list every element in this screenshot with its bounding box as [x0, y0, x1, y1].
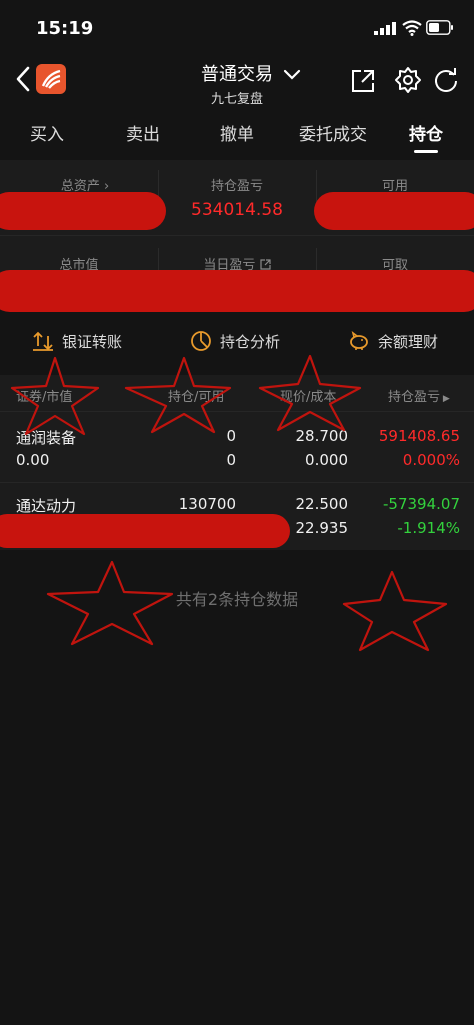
- chevron-down-icon[interactable]: [282, 68, 302, 82]
- tab-buy[interactable]: 买入: [22, 120, 72, 145]
- tab-cancel[interactable]: 撤单: [210, 120, 264, 145]
- pnl-value: 534014.58: [191, 200, 283, 220]
- gear-icon[interactable]: [394, 66, 422, 94]
- holdings-count-note: 共有2条持仓数据: [175, 590, 299, 609]
- table-header-security: 证券/市值: [16, 390, 73, 405]
- battery-icon: [426, 20, 453, 35]
- redaction-mark: [314, 192, 474, 230]
- piggy-bank-icon: [350, 331, 368, 350]
- sort-arrow-icon: ▶: [440, 394, 450, 404]
- bank-transfer-button[interactable]: 银证转账: [32, 330, 122, 352]
- table-header-pnl[interactable]: 持仓盈亏 ▶: [388, 386, 450, 405]
- position-analysis-button[interactable]: 持仓分析: [190, 330, 280, 352]
- pnl-label: 持仓盈亏: [210, 179, 263, 194]
- row-pnl: -57394.07: [383, 495, 460, 513]
- row-price: 22.500: [295, 495, 349, 513]
- external-link-icon: [259, 259, 271, 270]
- row-market-value: 0.00: [16, 451, 50, 469]
- table-header-price: 现价/成本: [280, 390, 337, 405]
- star-mark: [342, 570, 448, 652]
- share-icon[interactable]: [350, 68, 376, 94]
- pie-chart-icon: [191, 331, 211, 351]
- transfer-icon: [33, 331, 53, 351]
- row-position: 0: [226, 427, 236, 445]
- table-header-position: 持仓/可用: [168, 390, 225, 405]
- table-header-pnl-label: 持仓盈亏: [388, 390, 441, 405]
- signal-icon: [374, 22, 396, 35]
- row-price: 28.700: [295, 427, 349, 445]
- tab-holdings[interactable]: 持仓: [400, 120, 452, 145]
- tab-orders[interactable]: 委托成交: [288, 120, 378, 145]
- redaction-mark: [0, 192, 166, 230]
- row-pnl: 591408.65: [378, 427, 460, 445]
- page-subtitle: 九七复盘: [210, 92, 263, 107]
- row-pnl-pct: -1.914%: [397, 519, 460, 537]
- row-position: 130700: [178, 495, 236, 513]
- redaction-mark: [0, 270, 474, 312]
- redaction-mark: [0, 514, 290, 548]
- divider: [0, 235, 474, 236]
- status-time: 15:19: [36, 18, 94, 39]
- position-analysis-label: 持仓分析: [220, 332, 281, 351]
- wealth-management-button[interactable]: 余额理财: [348, 330, 438, 352]
- wifi-icon: [402, 20, 422, 36]
- row-pnl-pct: 0.000%: [402, 451, 460, 469]
- tab-active-indicator: [414, 150, 438, 153]
- bank-transfer-label: 银证转账: [62, 332, 123, 351]
- refresh-icon[interactable]: [432, 66, 460, 94]
- row-name: 通润装备: [16, 429, 77, 447]
- row-cost: 0.000: [305, 451, 348, 469]
- row-available: 0: [226, 451, 236, 469]
- app-logo-icon: [36, 64, 66, 94]
- tab-sell[interactable]: 卖出: [116, 120, 170, 145]
- wealth-management-label: 余额理财: [378, 332, 439, 351]
- row-name: 通达动力: [16, 497, 77, 515]
- back-icon[interactable]: [12, 64, 34, 94]
